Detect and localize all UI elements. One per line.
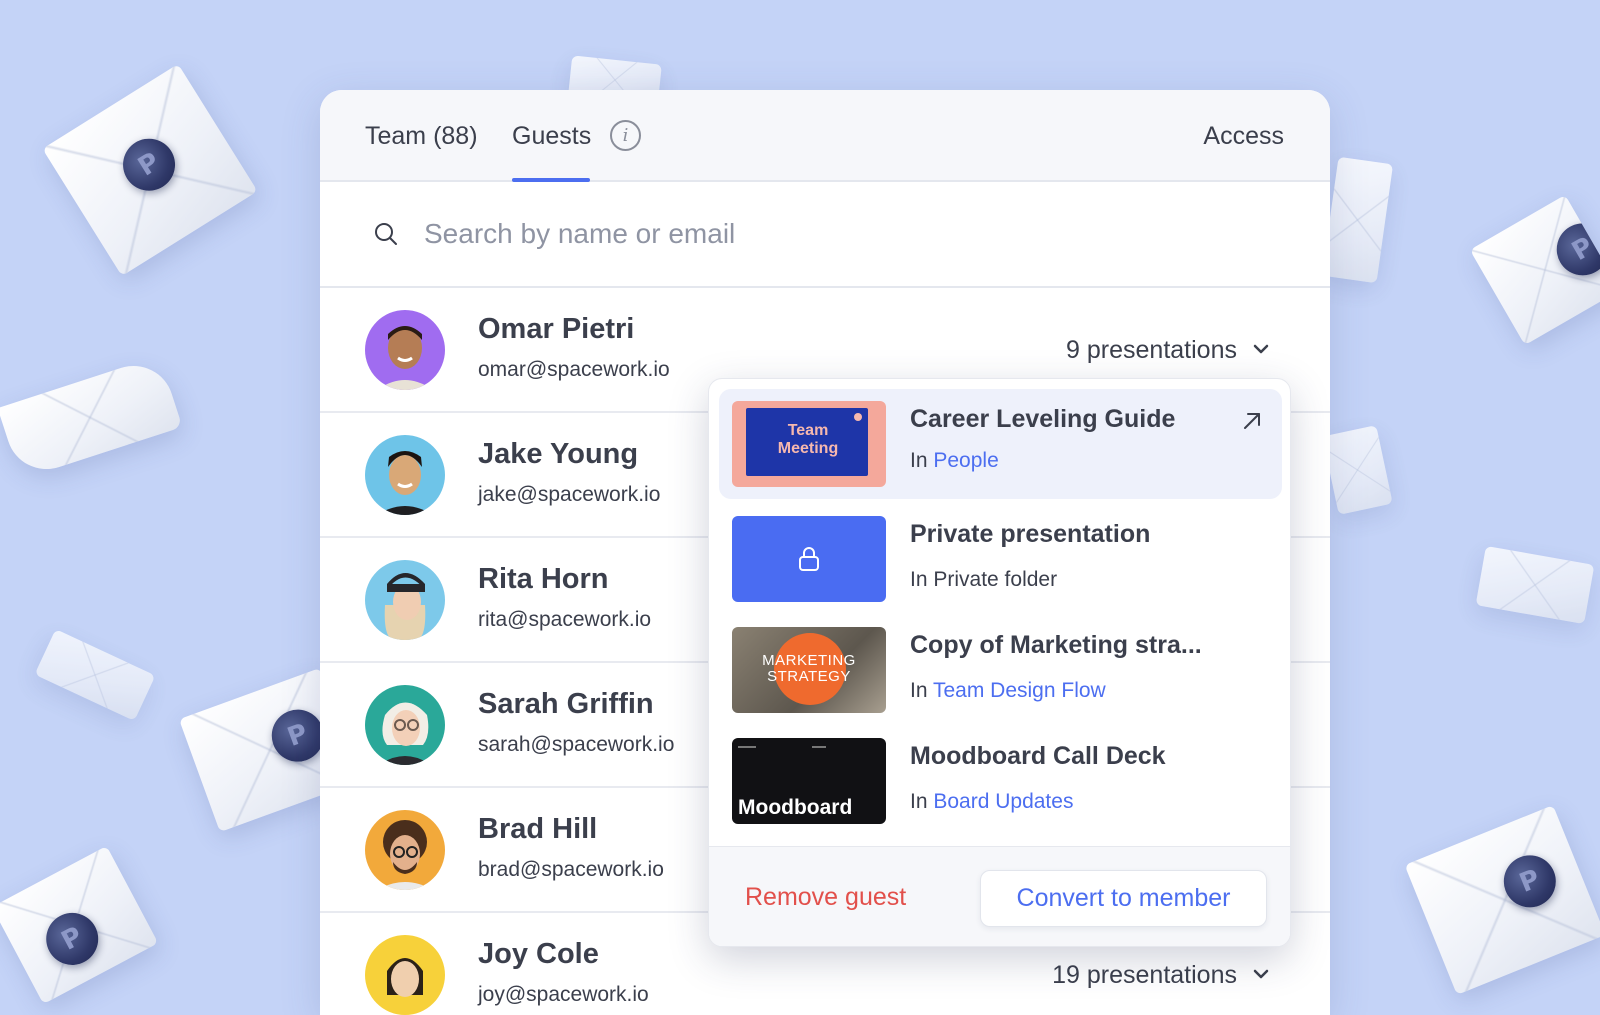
guest-email: jake@spacework.io: [478, 483, 661, 506]
wax-seal-icon: P: [1495, 847, 1564, 916]
guest-name: Jake Young: [478, 438, 639, 470]
presentation-location: In Private folder: [910, 568, 1058, 591]
envelope-decoration: [34, 629, 156, 721]
presentation-title: Career Leveling Guide: [910, 405, 1176, 433]
dropdown-footer: Remove guest Convert to member: [709, 846, 1290, 946]
avatar: [365, 935, 445, 1015]
presentation-title: Private presentation: [910, 520, 1151, 548]
tab-guests[interactable]: Guests: [512, 122, 591, 151]
guest-name: Omar Pietri: [478, 313, 635, 345]
wax-seal-icon: P: [113, 128, 185, 201]
avatar: [365, 685, 445, 765]
tab-bar: Team (88) Guests i Access: [320, 90, 1330, 182]
thumbnail-title: Team Meeting: [777, 422, 839, 457]
presentation-location: In Board Updates: [910, 790, 1074, 813]
guest-name: Sarah Griffin: [478, 688, 654, 720]
open-external-icon[interactable]: [1240, 409, 1264, 433]
tab-team[interactable]: Team (88): [365, 122, 478, 151]
guest-email: omar@spacework.io: [478, 358, 670, 381]
presentation-thumbnail: MARKETING STRATEGY: [732, 627, 886, 713]
guest-email: brad@spacework.io: [478, 858, 664, 881]
avatar: [365, 810, 445, 890]
folder-link[interactable]: Board Updates: [933, 790, 1073, 813]
presentation-title: Copy of Marketing stra...: [910, 631, 1202, 659]
presentations-count[interactable]: 19 presentations: [1052, 961, 1237, 990]
guest-name: Brad Hill: [478, 813, 598, 845]
chevron-down-icon[interactable]: [1252, 340, 1270, 358]
presentation-thumbnail: Moodboard: [732, 738, 886, 824]
envelope-decoration: P: [1404, 805, 1600, 995]
guest-email: sarah@spacework.io: [478, 733, 675, 756]
presentation-item[interactable]: MARKETING STRATEGY Copy of Marketing str…: [719, 615, 1282, 725]
thumbnail-title: MARKETING STRATEGY: [762, 652, 856, 685]
tab-access[interactable]: Access: [1203, 122, 1284, 151]
remove-guest-button[interactable]: Remove guest: [745, 883, 906, 912]
guest-name: Joy Cole: [478, 938, 599, 970]
presentations-count[interactable]: 9 presentations: [1066, 336, 1237, 365]
search-bar: [320, 182, 1330, 288]
envelope-decoration: [1475, 545, 1595, 625]
avatar: [365, 310, 445, 390]
guest-email: rita@spacework.io: [478, 608, 652, 631]
envelope-decoration: P: [0, 845, 159, 1005]
envelope-decoration: [0, 355, 183, 480]
thumbnail-title: Moodboard: [738, 796, 853, 819]
envelope-decoration: P: [42, 64, 258, 276]
chevron-down-icon[interactable]: [1252, 965, 1270, 983]
search-icon: [375, 223, 397, 245]
presentation-thumbnail: Team Meeting: [732, 401, 886, 487]
presentation-location: In People: [910, 449, 999, 472]
folder-link[interactable]: Team Design Flow: [933, 679, 1106, 702]
presentation-title: Moodboard Call Deck: [910, 742, 1166, 770]
search-input[interactable]: [424, 212, 1124, 256]
wax-seal-icon: P: [1547, 213, 1600, 285]
guest-email: joy@spacework.io: [478, 983, 649, 1006]
presentation-item[interactable]: Team Meeting Career Leveling Guide In Pe…: [719, 389, 1282, 499]
presentation-item[interactable]: Private presentation In Private folder: [719, 504, 1282, 614]
envelope-decoration: [1322, 425, 1393, 515]
presentation-item[interactable]: Moodboard Moodboard Call Deck In Board U…: [719, 726, 1282, 836]
presentation-location: In Team Design Flow: [910, 679, 1106, 702]
envelope-decoration: [1321, 156, 1394, 284]
avatar: [365, 560, 445, 640]
presentations-dropdown: Team Meeting Career Leveling Guide In Pe…: [708, 378, 1291, 947]
wax-seal-icon: P: [37, 903, 108, 975]
presentation-thumbnail: [732, 516, 886, 602]
folder-name: Private folder: [933, 568, 1058, 591]
convert-to-member-button[interactable]: Convert to member: [980, 870, 1267, 927]
lock-icon: [799, 547, 819, 571]
guest-name: Rita Horn: [478, 563, 609, 595]
info-icon[interactable]: i: [610, 120, 641, 151]
envelope-decoration: P: [1469, 194, 1600, 346]
avatar: [365, 435, 445, 515]
folder-link[interactable]: People: [933, 449, 998, 472]
